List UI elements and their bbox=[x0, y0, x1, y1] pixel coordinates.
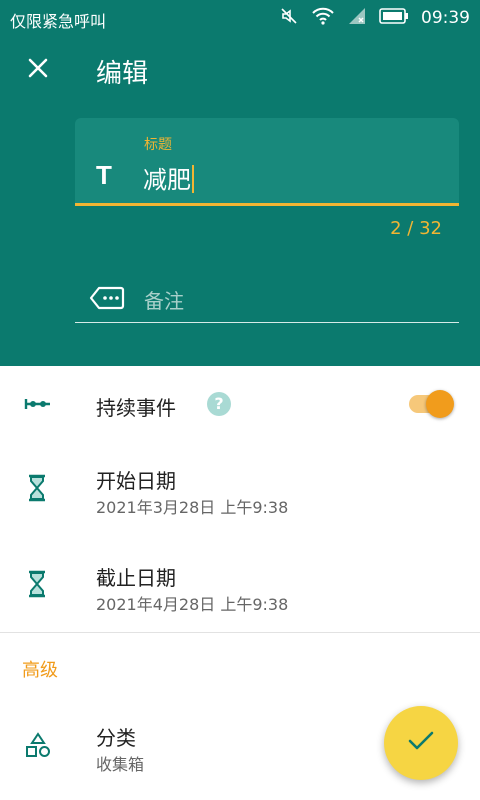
text-caret bbox=[192, 165, 194, 193]
shapes-icon bbox=[24, 732, 52, 762]
mute-icon bbox=[279, 6, 299, 30]
end-date-label: 截止日期 bbox=[96, 566, 176, 590]
title-char-counter: 2 / 32 bbox=[390, 218, 442, 239]
toggle-thumb bbox=[426, 390, 454, 418]
help-icon[interactable]: ? bbox=[207, 392, 231, 416]
category-label: 分类 bbox=[96, 726, 136, 750]
notes-input[interactable]: 备注 bbox=[144, 285, 184, 314]
hourglass-icon bbox=[28, 570, 46, 602]
end-date-value: 2021年4月28日 上午9:38 bbox=[96, 595, 289, 614]
divider bbox=[0, 632, 480, 633]
duration-event-label: 持续事件 bbox=[96, 396, 176, 420]
text-t-icon: T bbox=[96, 160, 112, 190]
wifi-icon bbox=[311, 6, 335, 30]
title-field-underline bbox=[75, 203, 459, 206]
signal-icon bbox=[347, 6, 367, 30]
page-title: 编辑 bbox=[96, 59, 149, 89]
battery-icon bbox=[379, 7, 409, 29]
title-input-value: 减肥 bbox=[143, 166, 191, 194]
start-date-value: 2021年3月28日 上午9:38 bbox=[96, 498, 289, 517]
title-field[interactable] bbox=[75, 118, 459, 204]
carrier-text: 仅限紧急呼叫 bbox=[10, 12, 107, 31]
check-icon bbox=[407, 730, 435, 756]
advanced-section-title: 高级 bbox=[22, 660, 58, 681]
start-date-label: 开始日期 bbox=[96, 469, 176, 493]
duration-icon bbox=[24, 396, 52, 416]
close-button[interactable] bbox=[22, 54, 54, 86]
status-bar: 仅限紧急呼叫 09:39 bbox=[0, 0, 480, 34]
category-value: 收集箱 bbox=[96, 755, 145, 774]
hourglass-icon bbox=[28, 474, 46, 506]
close-icon bbox=[27, 57, 49, 83]
label-tag-icon bbox=[89, 285, 125, 311]
title-field-label: 标题 bbox=[144, 137, 172, 153]
save-fab-button[interactable] bbox=[384, 706, 458, 780]
status-time: 09:39 bbox=[421, 8, 470, 28]
notes-underline bbox=[75, 322, 459, 323]
title-input[interactable]: 减肥 bbox=[143, 160, 194, 195]
